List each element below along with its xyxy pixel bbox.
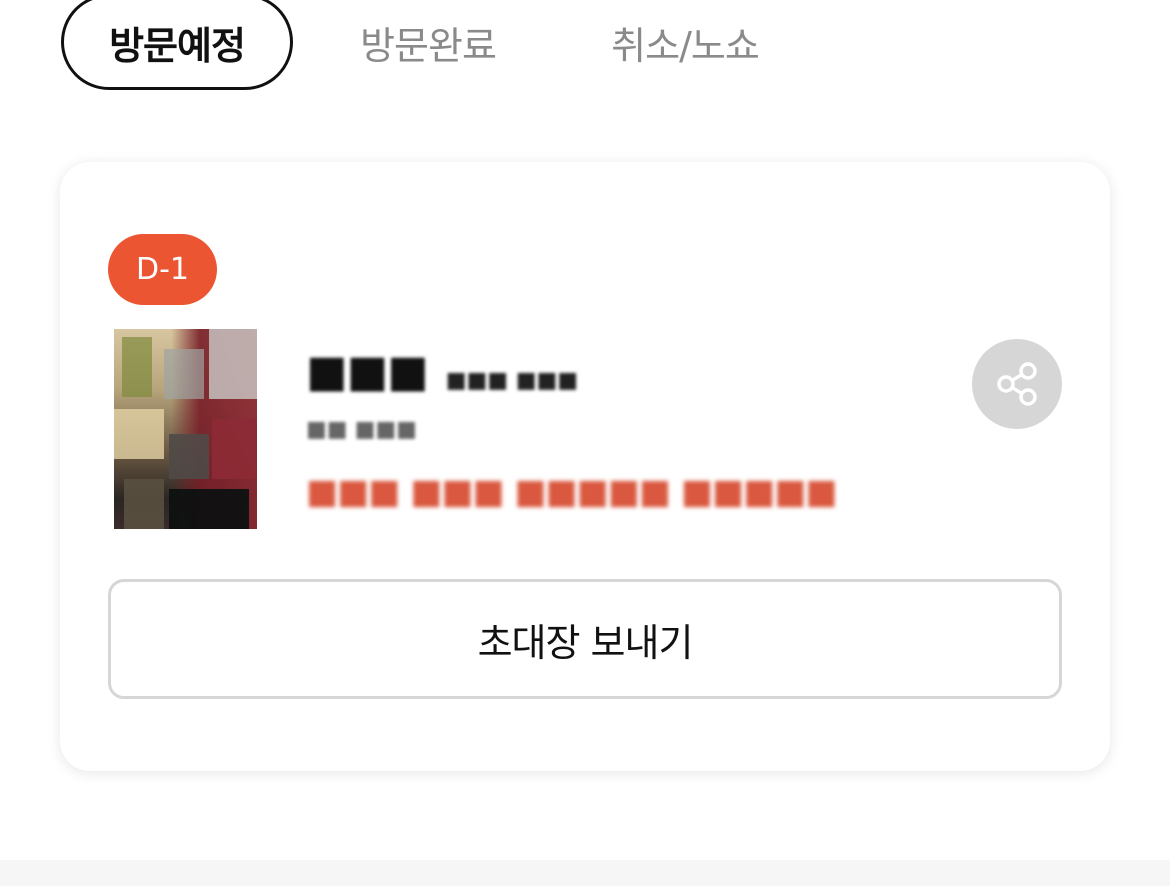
thumb-block bbox=[114, 409, 164, 459]
share-button[interactable] bbox=[972, 339, 1062, 429]
send-invitation-button[interactable]: 초대장 보내기 bbox=[108, 579, 1062, 699]
restaurant-subtitle: ■■■ ■■■ bbox=[445, 368, 579, 393]
reservation-page: 방문예정 방문완료 취소/노쇼 D-1 ■■■ ■■■ ■■■ ■■ ■■■ ■… bbox=[0, 0, 1170, 886]
reservation-card[interactable]: D-1 ■■■ ■■■ ■■■ ■■ ■■■ ■■■ ■■■ ■■■■■ ■■■… bbox=[60, 162, 1110, 771]
thumb-block bbox=[212, 419, 257, 479]
section-divider bbox=[0, 860, 1170, 886]
reservation-meta: ■■ ■■■ bbox=[306, 417, 417, 442]
reservation-notice: ■■■ ■■■ ■■■■■ ■■■■■ bbox=[306, 472, 837, 512]
thumb-block bbox=[122, 337, 152, 397]
dday-badge: D-1 bbox=[108, 234, 217, 305]
tab-upcoming[interactable]: 방문예정 bbox=[61, 0, 293, 90]
thumb-block bbox=[169, 434, 209, 479]
tab-cancelled[interactable]: 취소/노쇼 bbox=[595, 0, 775, 90]
tab-visited[interactable]: 방문완료 bbox=[343, 0, 513, 90]
thumb-block bbox=[124, 479, 164, 529]
thumb-block bbox=[209, 329, 257, 399]
restaurant-name[interactable]: ■■■ bbox=[306, 346, 429, 397]
reservation-tabs: 방문예정 방문완료 취소/노쇼 bbox=[0, 0, 1170, 92]
share-icon bbox=[997, 362, 1037, 406]
restaurant-name-row: ■■■ ■■■ ■■■ bbox=[306, 346, 579, 397]
thumb-block bbox=[169, 489, 249, 529]
restaurant-thumbnail[interactable] bbox=[114, 329, 257, 529]
thumb-block bbox=[164, 349, 204, 399]
